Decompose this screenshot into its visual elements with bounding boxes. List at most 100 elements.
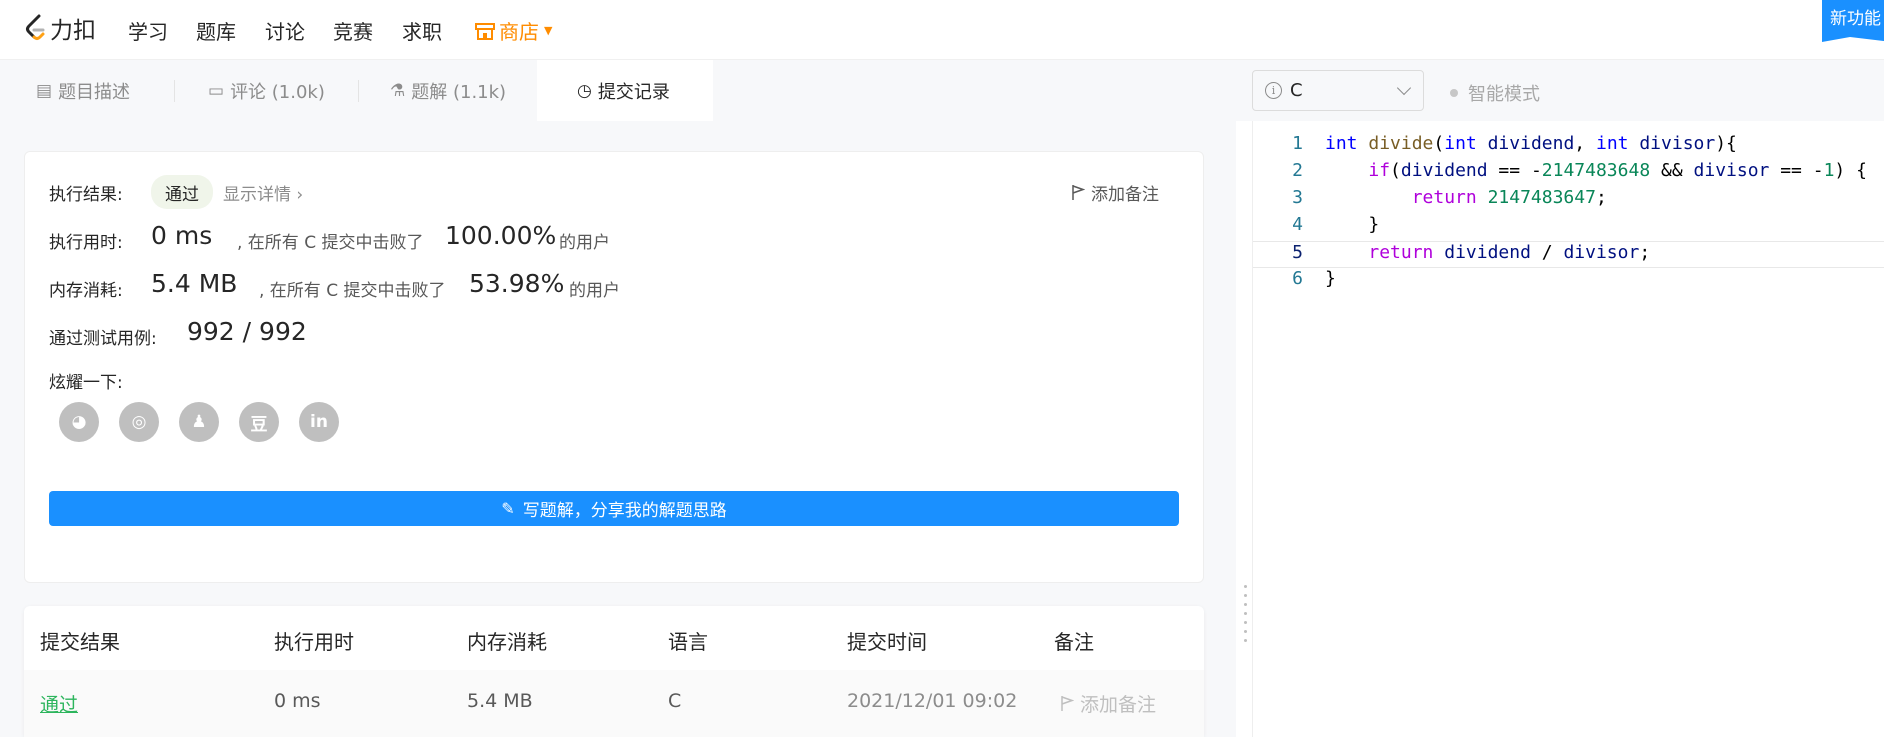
- status-badge: 通过: [151, 175, 213, 209]
- code-text: return 2147483647;: [1411, 187, 1607, 208]
- editor-toolbar: i C 智能模式: [1244, 60, 1884, 121]
- tab-divider: [174, 80, 175, 102]
- store-icon: [475, 22, 495, 40]
- memory-percent: 53.98%: [469, 269, 565, 298]
- leetcode-logo[interactable]: 力扣: [24, 13, 96, 44]
- flask-icon: ⚗: [390, 80, 406, 101]
- header-language: 语言: [668, 630, 708, 654]
- show-details-link[interactable]: 显示详情 ›: [223, 180, 303, 205]
- language-select[interactable]: i C: [1252, 70, 1424, 111]
- write-solution-label: 写题解，分享我的解题思路: [522, 501, 727, 521]
- new-feature-ribbon[interactable]: 新功能: [1822, 0, 1884, 42]
- wechat-icon[interactable]: ◕: [59, 402, 99, 442]
- exec-result-label: 执行结果:: [49, 185, 123, 205]
- header-time: 提交时间: [847, 630, 927, 654]
- header-memory: 内存消耗: [467, 630, 547, 654]
- tests-value: 992 / 992: [187, 317, 307, 346]
- tab-submissions[interactable]: ◷ 提交记录: [537, 60, 713, 121]
- submission-panel: 执行结果: 通过 显示详情 › 添加备注 执行用时: 0 ms , 在所有 C …: [0, 121, 1236, 737]
- nav-contest[interactable]: 竞赛: [333, 16, 373, 45]
- header-note: 备注: [1054, 630, 1094, 654]
- runtime-value: 0 ms: [151, 221, 213, 250]
- row-runtime: 0 ms: [274, 690, 321, 712]
- language-value: C: [1290, 80, 1303, 101]
- clock-icon: ◷: [577, 80, 592, 101]
- code-line: 2 if(dividend == -2147483648 && divisor …: [1253, 160, 1884, 187]
- line-number: 2: [1292, 160, 1303, 181]
- tab-comments-label: 评论 (1.0k): [230, 81, 325, 103]
- line-number: 5: [1292, 242, 1303, 263]
- memory-value: 5.4 MB: [151, 269, 238, 298]
- submissions-table: 提交结果 执行用时 内存消耗 语言 提交时间 备注 通过 0 ms 5.4 MB…: [24, 606, 1204, 737]
- runtime-users-text: 的用户: [559, 233, 610, 253]
- douban-icon[interactable]: 豆: [239, 402, 279, 442]
- line-number: 3: [1292, 187, 1303, 208]
- tab-solutions-label: 题解 (1.1k): [411, 81, 507, 103]
- smart-mode-dot-icon: [1450, 89, 1458, 97]
- row-add-note-button[interactable]: 添加备注: [1060, 690, 1156, 717]
- row-note-label: 添加备注: [1080, 694, 1157, 716]
- caret-down-icon: ▼: [544, 24, 553, 37]
- nav-store[interactable]: 商店 ▼: [475, 16, 552, 45]
- share-icons: ◕ ◎ ♟ 豆 in: [59, 402, 359, 442]
- share-label: 炫耀一下:: [49, 373, 123, 393]
- logo-text: 力扣: [50, 18, 96, 44]
- tab-comments[interactable]: ▭ 评论 (1.0k): [208, 60, 325, 121]
- row-memory: 5.4 MB: [467, 690, 533, 712]
- linkedin-icon[interactable]: in: [299, 402, 339, 442]
- line-number: 6: [1292, 268, 1303, 289]
- nav-jobs[interactable]: 求职: [402, 16, 442, 45]
- code-line: 3 return 2147483647;: [1253, 187, 1884, 214]
- nav-discuss[interactable]: 讨论: [265, 16, 305, 45]
- add-note-label: 添加备注: [1091, 185, 1159, 205]
- pencil-icon: ✎: [501, 499, 515, 518]
- pane-resize-handle[interactable]: [1244, 585, 1248, 651]
- runtime-label: 执行用时:: [49, 233, 123, 253]
- code-line-current: 5 return dividend / divisor;: [1253, 241, 1884, 268]
- tab-description[interactable]: ▤ 题目描述: [36, 60, 130, 121]
- row-time: 2021/12/01 09:02: [847, 690, 1018, 712]
- result-card: 执行结果: 通过 显示详情 › 添加备注 执行用时: 0 ms , 在所有 C …: [24, 151, 1204, 583]
- info-icon: i: [1265, 82, 1282, 99]
- smart-mode-toggle[interactable]: 智能模式: [1450, 80, 1540, 106]
- row-language: C: [668, 690, 682, 712]
- header-runtime: 执行用时: [274, 630, 354, 654]
- chevron-down-icon: [1396, 80, 1412, 96]
- smart-mode-label: 智能模式: [1468, 84, 1540, 105]
- leetcode-logo-icon: [26, 14, 45, 40]
- description-icon: ▤: [36, 80, 53, 101]
- top-navbar: 力扣 学习 题库 讨论 竞赛 求职 商店 ▼ 新功能: [0, 0, 1884, 60]
- code-line: 1 int divide(int dividend, int divisor){: [1253, 133, 1884, 160]
- write-solution-button[interactable]: ✎ 写题解，分享我的解题思路: [49, 491, 1179, 526]
- tab-solutions[interactable]: ⚗ 题解 (1.1k): [390, 60, 506, 121]
- flag-icon: [1072, 185, 1085, 200]
- store-label: 商店: [499, 20, 539, 44]
- table-row: 通过 0 ms 5.4 MB C 2021/12/01 09:02 添加备注: [24, 670, 1204, 737]
- code-text: }: [1325, 268, 1336, 289]
- header-result: 提交结果: [40, 630, 120, 654]
- line-number: 1: [1292, 133, 1303, 154]
- comment-icon: ▭: [208, 80, 225, 101]
- row-result-link[interactable]: 通过: [40, 690, 78, 717]
- memory-label: 内存消耗:: [49, 281, 123, 301]
- runtime-beat-text: , 在所有 C 提交中击败了: [237, 233, 424, 253]
- tab-divider: [358, 80, 359, 102]
- memory-beat-text: , 在所有 C 提交中击败了: [259, 281, 446, 301]
- memory-users-text: 的用户: [569, 281, 620, 301]
- code-line: 4 }: [1253, 214, 1884, 241]
- tests-label: 通过测试用例:: [49, 329, 157, 349]
- runtime-percent: 100.00%: [445, 221, 557, 250]
- tab-description-label: 题目描述: [58, 81, 131, 103]
- weibo-icon[interactable]: ◎: [119, 402, 159, 442]
- code-text: if(dividend == -2147483648 && divisor ==…: [1368, 160, 1867, 181]
- nav-problems[interactable]: 题库: [196, 16, 236, 45]
- qq-icon[interactable]: ♟: [179, 402, 219, 442]
- add-note-button[interactable]: 添加备注: [1071, 180, 1159, 205]
- code-text: return dividend / divisor;: [1368, 242, 1651, 263]
- code-text: }: [1325, 214, 1380, 235]
- tab-submissions-label: 提交记录: [597, 81, 670, 103]
- problem-tabbar: ▤ 题目描述 ▭ 评论 (1.0k) ⚗ 题解 (1.1k) ◷ 提交记录: [0, 60, 1244, 121]
- nav-learn[interactable]: 学习: [128, 16, 168, 45]
- code-line: 6 }: [1253, 268, 1884, 295]
- code-editor[interactable]: 1 int divide(int dividend, int divisor){…: [1252, 121, 1884, 737]
